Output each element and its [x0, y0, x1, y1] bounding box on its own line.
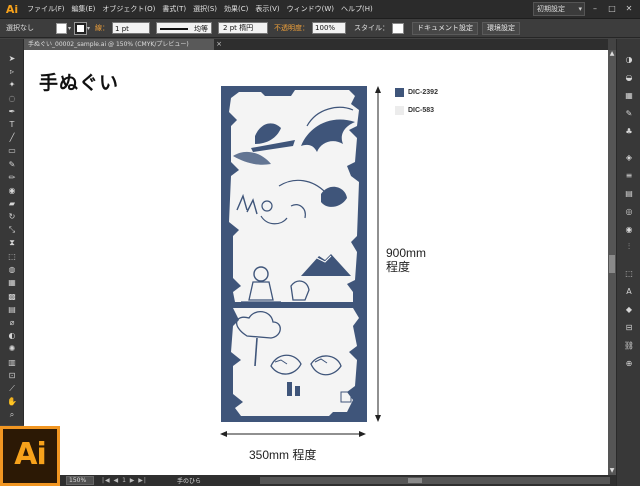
align-icon[interactable]: ⫶	[622, 241, 636, 253]
zoom-icon[interactable]: ⌕	[4, 409, 20, 420]
hand-icon[interactable]: ✋	[4, 396, 20, 407]
pen-icon[interactable]: ✒	[4, 106, 20, 117]
slice-icon[interactable]: ⟋	[4, 383, 20, 394]
stroke-dropdown-icon[interactable]: ▾	[87, 25, 90, 32]
selection-arrow-icon[interactable]: ➤	[4, 53, 20, 64]
selection-status: 選択なし	[6, 24, 34, 32]
graph-icon[interactable]: ▥	[4, 357, 20, 368]
menu-select[interactable]: 選択(S)	[193, 4, 217, 14]
layers-icon[interactable]: ◆	[622, 303, 636, 315]
preferences-button[interactable]: 環境設定	[482, 21, 521, 35]
document-setup-button[interactable]: ドキュメント設定	[412, 21, 479, 35]
menu-bar: Ai ファイル(F) 編集(E) オブジェクト(O) 書式(T) 選択(S) 効…	[0, 0, 640, 19]
menu-object[interactable]: オブジェクト(O)	[102, 4, 155, 14]
hscroll-thumb[interactable]	[408, 478, 422, 483]
workspace-dropdown[interactable]: 初期設定	[533, 2, 585, 16]
stroke-profile-label: 均等	[194, 25, 209, 33]
scale-icon[interactable]: ⤡	[4, 225, 20, 236]
artboards-icon[interactable]: ⊟	[622, 321, 636, 333]
stroke-weight-label[interactable]: 線：	[95, 23, 109, 33]
scroll-up-icon[interactable]: ▲	[608, 50, 616, 58]
height-dimension-label: 900mm 程度	[386, 246, 427, 274]
width-icon[interactable]: ⧗	[4, 238, 20, 249]
color-panel-icon[interactable]: ◑	[622, 53, 636, 65]
opacity-label[interactable]: 不透明度：	[274, 23, 309, 33]
links-icon[interactable]: ⛓	[622, 339, 636, 351]
menu-view[interactable]: 表示(V)	[255, 4, 279, 14]
artboard-navigation[interactable]: |◀ ◀ 1 ▶ ▶|	[102, 477, 147, 484]
artboard-icon[interactable]: ⊡	[4, 370, 20, 381]
app-logo-icon: Ai	[5, 2, 19, 16]
graphic-style-swatch[interactable]	[392, 22, 405, 34]
panel-dock: ◑ ◒ ▦ ✎ ♣ ◈ ≡ ▤ ◎ ◉ ⫶ ⬚ A ◆ ⊟ ⛓ ⊕	[616, 39, 640, 486]
scroll-down-icon[interactable]: ▼	[608, 467, 616, 475]
document-tab[interactable]: 手ぬぐい_00002_sample.ai @ 150% (CMYK/プレビュー)	[24, 39, 214, 50]
minimize-icon[interactable]: –	[588, 3, 602, 15]
scroll-thumb[interactable]	[609, 255, 615, 273]
window-controls: 初期設定 – □ ✕	[533, 2, 636, 16]
stroke-weight-field[interactable]: 1 pt	[112, 22, 151, 34]
graphic-styles-icon[interactable]: ◈	[622, 151, 636, 163]
zoom-level-field[interactable]: 150%	[66, 476, 94, 485]
direct-select-icon[interactable]: ▹	[4, 66, 20, 77]
illustrator-window: Ai ファイル(F) 編集(E) オブジェクト(O) 書式(T) 選択(S) 効…	[0, 0, 640, 486]
variable-width-profile[interactable]: 均等	[156, 22, 213, 34]
appearance-icon[interactable]: ◉	[622, 223, 636, 235]
style-label: スタイル：	[354, 24, 390, 32]
transparency-icon[interactable]: ◎	[622, 205, 636, 217]
rectangle-icon[interactable]: ▭	[4, 145, 20, 156]
status-bar: 150% |◀ ◀ 1 ▶ ▶| 手のひら	[0, 475, 616, 486]
menu-window[interactable]: ウィンドウ(W)	[287, 4, 334, 14]
menu-help[interactable]: ヘルプ(H)	[341, 4, 373, 14]
artboard-canvas[interactable]: 手ぬぐい DIC-2392 DIC-583 900mm 程度 350mm 程度	[24, 50, 608, 475]
brush-definition[interactable]: 2 pt 楕円	[218, 22, 269, 34]
opacity-field[interactable]: 100%	[312, 22, 347, 34]
eraser-icon[interactable]: ▰	[4, 198, 20, 209]
width-dimension-label: 350mm 程度	[249, 448, 317, 462]
menu-edit[interactable]: 編集(E)	[72, 4, 96, 14]
gradient-panel-icon[interactable]: ▤	[622, 187, 636, 199]
free-transform-icon[interactable]: ⬚	[4, 251, 20, 262]
color-guide-icon[interactable]: ◒	[622, 71, 636, 83]
tab-close-icon[interactable]: ×	[214, 39, 224, 50]
symbol-sprayer-icon[interactable]: ✺	[4, 343, 20, 354]
pencil-icon[interactable]: ✏	[4, 172, 20, 183]
gradient-icon[interactable]: ▤	[4, 304, 20, 315]
illustrator-logo: Ai	[0, 426, 60, 486]
swatches-icon[interactable]: ▦	[622, 89, 636, 101]
character-icon[interactable]: A	[622, 285, 636, 297]
stroke-icon[interactable]: ≡	[622, 169, 636, 181]
line-icon[interactable]: ╱	[4, 132, 20, 143]
mesh-icon[interactable]: ▩	[4, 291, 20, 302]
fill-swatch[interactable]	[56, 22, 67, 34]
close-icon[interactable]: ✕	[622, 3, 636, 15]
menu-file[interactable]: ファイル(F)	[27, 4, 65, 14]
symbols-icon[interactable]: ♣	[622, 125, 636, 137]
rotate-icon[interactable]: ↻	[4, 211, 20, 222]
tools-panel: ➤ ▹ ✦ ◌ ✒ T ╱ ▭ ✎ ✏ ◉ ▰ ↻ ⤡ ⧗ ⬚ ◍ ▦ ▩ ▤ ⌀ ◐ ✺ ▥ ⊡ ⟋ ✋ ⌕	[0, 39, 24, 425]
paintbrush-icon[interactable]: ✎	[4, 159, 20, 170]
perspective-icon[interactable]: ▦	[4, 277, 20, 288]
eyedropper-icon[interactable]: ⌀	[4, 317, 20, 328]
transform-icon[interactable]: ⬚	[622, 267, 636, 279]
maximize-icon[interactable]: □	[605, 3, 619, 15]
blend-icon[interactable]: ◐	[4, 330, 20, 341]
menu-effect[interactable]: 効果(C)	[224, 4, 248, 14]
dimension-arrows	[220, 86, 381, 437]
fill-dropdown-icon[interactable]: ▾	[68, 25, 71, 32]
stroke-swatch[interactable]	[74, 21, 88, 35]
vertical-scrollbar[interactable]: ▲ ▼	[608, 50, 616, 475]
blob-brush-icon[interactable]: ◉	[4, 185, 20, 196]
control-bar: 選択なし ▾ ▾ 線： 1 pt 均等 2 pt 楕円 不透明度： 100% ス…	[0, 19, 640, 38]
magic-wand-icon[interactable]: ✦	[4, 79, 20, 90]
menu-type[interactable]: 書式(T)	[162, 4, 186, 14]
pathfinder-icon[interactable]: ⊕	[622, 357, 636, 369]
lasso-icon[interactable]: ◌	[4, 93, 20, 104]
shape-builder-icon[interactable]: ◍	[4, 264, 20, 275]
document-tab-strip: 手ぬぐい_00002_sample.ai @ 150% (CMYK/プレビュー)…	[24, 39, 608, 50]
type-icon[interactable]: T	[4, 119, 20, 130]
current-tool-status: 手のひら	[176, 478, 201, 485]
horizontal-scrollbar[interactable]	[260, 477, 610, 484]
brushes-icon[interactable]: ✎	[622, 107, 636, 119]
